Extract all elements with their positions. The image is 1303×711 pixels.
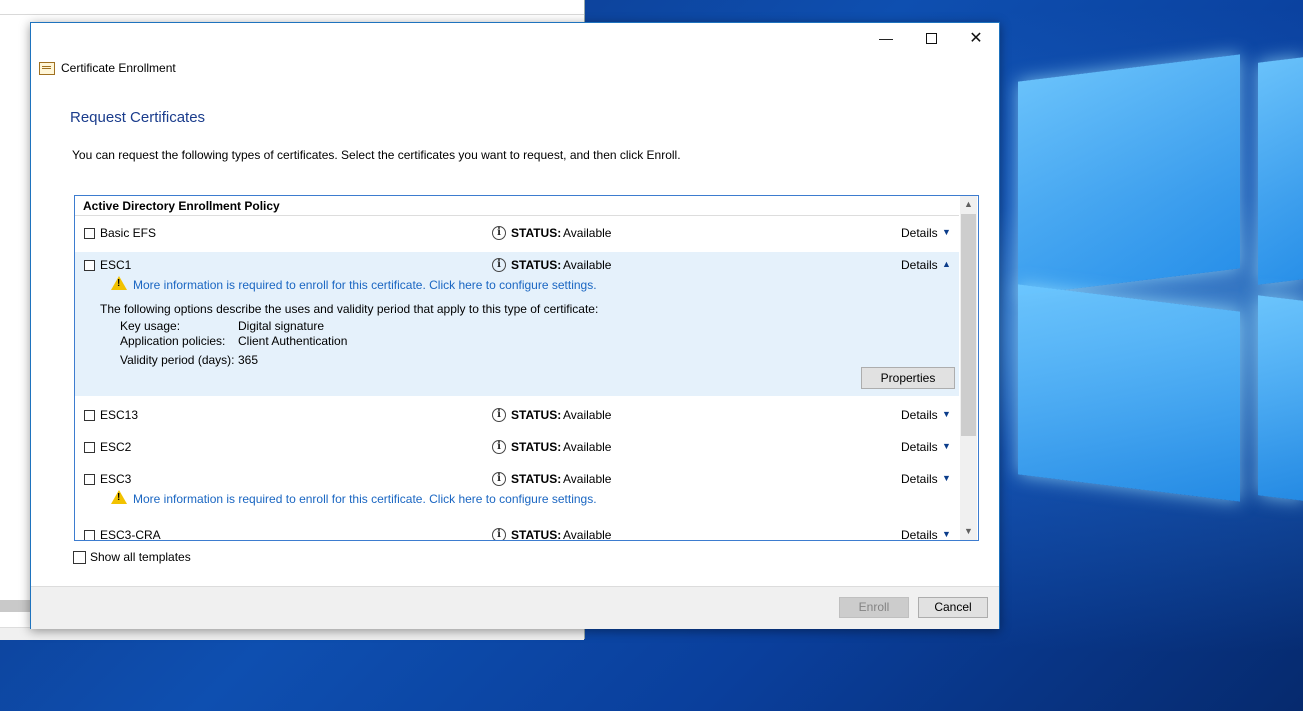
certificate-checkbox[interactable] bbox=[84, 410, 95, 421]
maximize-button[interactable] bbox=[908, 23, 954, 53]
details-toggle[interactable]: Details bbox=[901, 408, 938, 422]
info-icon: i bbox=[492, 528, 506, 540]
certificate-checkbox[interactable] bbox=[84, 474, 95, 485]
close-button[interactable]: ✕ bbox=[953, 23, 999, 53]
certificate-row-esc3-cra: ESC3-CRA i STATUS: Available Details ▼ bbox=[75, 520, 959, 541]
details-toggle[interactable]: Details bbox=[901, 472, 938, 486]
cancel-button[interactable]: Cancel bbox=[918, 597, 988, 618]
application-policies-value: Client Authentication bbox=[238, 334, 348, 348]
info-icon: i bbox=[492, 408, 506, 422]
certificate-row-esc1: ESC1 i STATUS: Available Details ▲ More … bbox=[75, 252, 959, 396]
windows-logo-pane bbox=[1258, 295, 1303, 501]
window-title-text: Certificate Enrollment bbox=[61, 61, 176, 75]
chevron-down-icon[interactable]: ▼ bbox=[942, 529, 951, 539]
status-value: Available bbox=[563, 440, 612, 454]
certificate-name: ESC2 bbox=[100, 440, 132, 454]
status-label: STATUS: bbox=[511, 472, 562, 486]
status-value: Available bbox=[563, 528, 612, 541]
configure-settings-link[interactable]: More information is required to enroll f… bbox=[133, 492, 597, 506]
warning-icon bbox=[111, 276, 127, 290]
minimize-button[interactable]: — bbox=[863, 23, 909, 53]
scroll-thumb[interactable] bbox=[961, 214, 976, 436]
info-icon: i bbox=[492, 226, 506, 240]
background-window-scrollbar[interactable] bbox=[0, 600, 32, 612]
chevron-down-icon[interactable]: ▼ bbox=[942, 227, 951, 237]
window-title: Certificate Enrollment bbox=[39, 61, 176, 75]
key-usage-label: Key usage: bbox=[120, 319, 181, 333]
details-toggle[interactable]: Details bbox=[901, 258, 938, 272]
certificate-icon bbox=[39, 61, 55, 75]
options-description: The following options describe the uses … bbox=[100, 302, 599, 316]
scroll-down-icon[interactable]: ▼ bbox=[960, 523, 977, 540]
show-all-templates-checkbox[interactable] bbox=[73, 550, 86, 564]
page-title: Request Certificates bbox=[70, 109, 206, 126]
validity-period-label: Validity period (days): bbox=[120, 353, 235, 367]
warning-icon bbox=[111, 490, 127, 504]
enroll-button[interactable]: Enroll bbox=[839, 597, 909, 618]
validity-period-value: 365 bbox=[238, 353, 259, 367]
chevron-down-icon[interactable]: ▼ bbox=[942, 473, 951, 483]
details-toggle[interactable]: Details bbox=[901, 528, 938, 540]
certificate-row-esc13: ESC13 i STATUS: Available Details ▼ bbox=[75, 400, 959, 432]
info-icon: i bbox=[492, 440, 506, 454]
certificate-checkbox[interactable] bbox=[84, 442, 95, 453]
properties-button[interactable]: Properties bbox=[861, 367, 955, 389]
certificate-row-esc2: ESC2 i STATUS: Available Details ▼ bbox=[75, 432, 959, 464]
background-window-divider bbox=[0, 14, 584, 15]
certificate-row-esc3: ESC3 i STATUS: Available Details ▼ More … bbox=[75, 464, 959, 520]
page-description: You can request the following types of c… bbox=[72, 148, 681, 162]
dialog-footer: Enroll Cancel bbox=[31, 586, 999, 629]
certificate-enrollment-dialog: — ✕ Certificate Enrollment Request Certi… bbox=[30, 22, 1000, 629]
application-policies-label: Application policies: bbox=[120, 334, 226, 348]
status-value: Available bbox=[563, 226, 612, 240]
close-icon: ✕ bbox=[969, 30, 983, 47]
chevron-down-icon[interactable]: ▼ bbox=[942, 409, 951, 419]
details-toggle[interactable]: Details bbox=[901, 440, 938, 454]
certificate-checkbox[interactable] bbox=[84, 228, 95, 239]
certificate-list: Active Directory Enrollment Policy Basic… bbox=[74, 195, 979, 541]
certificate-row-basic-efs: Basic EFS i STATUS: Available Details ▼ bbox=[75, 218, 959, 250]
certificate-name: ESC3 bbox=[100, 472, 132, 486]
scroll-up-icon[interactable]: ▲ bbox=[960, 196, 977, 213]
certificate-name: Basic EFS bbox=[100, 226, 157, 240]
status-value: Available bbox=[563, 258, 612, 272]
show-all-templates-label[interactable]: Show all templates bbox=[90, 550, 191, 564]
status-label: STATUS: bbox=[511, 226, 562, 240]
certificate-name: ESC3-CRA bbox=[100, 528, 161, 541]
status-value: Available bbox=[563, 408, 612, 422]
windows-logo-pane bbox=[1018, 284, 1240, 502]
status-label: STATUS: bbox=[511, 258, 562, 272]
status-label: STATUS: bbox=[511, 528, 562, 541]
details-toggle[interactable]: Details bbox=[901, 226, 938, 240]
policy-header: Active Directory Enrollment Policy bbox=[75, 196, 959, 216]
status-label: STATUS: bbox=[511, 440, 562, 454]
key-usage-value: Digital signature bbox=[238, 319, 325, 333]
info-icon: i bbox=[492, 258, 506, 272]
configure-settings-link[interactable]: More information is required to enroll f… bbox=[133, 278, 597, 292]
certificate-checkbox[interactable] bbox=[84, 530, 95, 540]
chevron-down-icon[interactable]: ▼ bbox=[942, 441, 951, 451]
chevron-up-icon[interactable]: ▲ bbox=[942, 259, 951, 269]
list-scrollbar[interactable]: ▲ ▼ bbox=[960, 196, 977, 540]
minimize-icon: — bbox=[879, 30, 893, 46]
windows-logo-pane bbox=[1018, 54, 1240, 296]
certificate-name: ESC13 bbox=[100, 408, 139, 422]
status-label: STATUS: bbox=[511, 408, 562, 422]
show-all-templates[interactable]: Show all templates bbox=[73, 550, 191, 564]
info-icon: i bbox=[492, 472, 506, 486]
certificate-checkbox[interactable] bbox=[84, 260, 95, 271]
maximize-icon bbox=[925, 32, 937, 44]
certificate-name: ESC1 bbox=[100, 258, 132, 272]
windows-logo-pane bbox=[1258, 57, 1303, 285]
status-value: Available bbox=[563, 472, 612, 486]
